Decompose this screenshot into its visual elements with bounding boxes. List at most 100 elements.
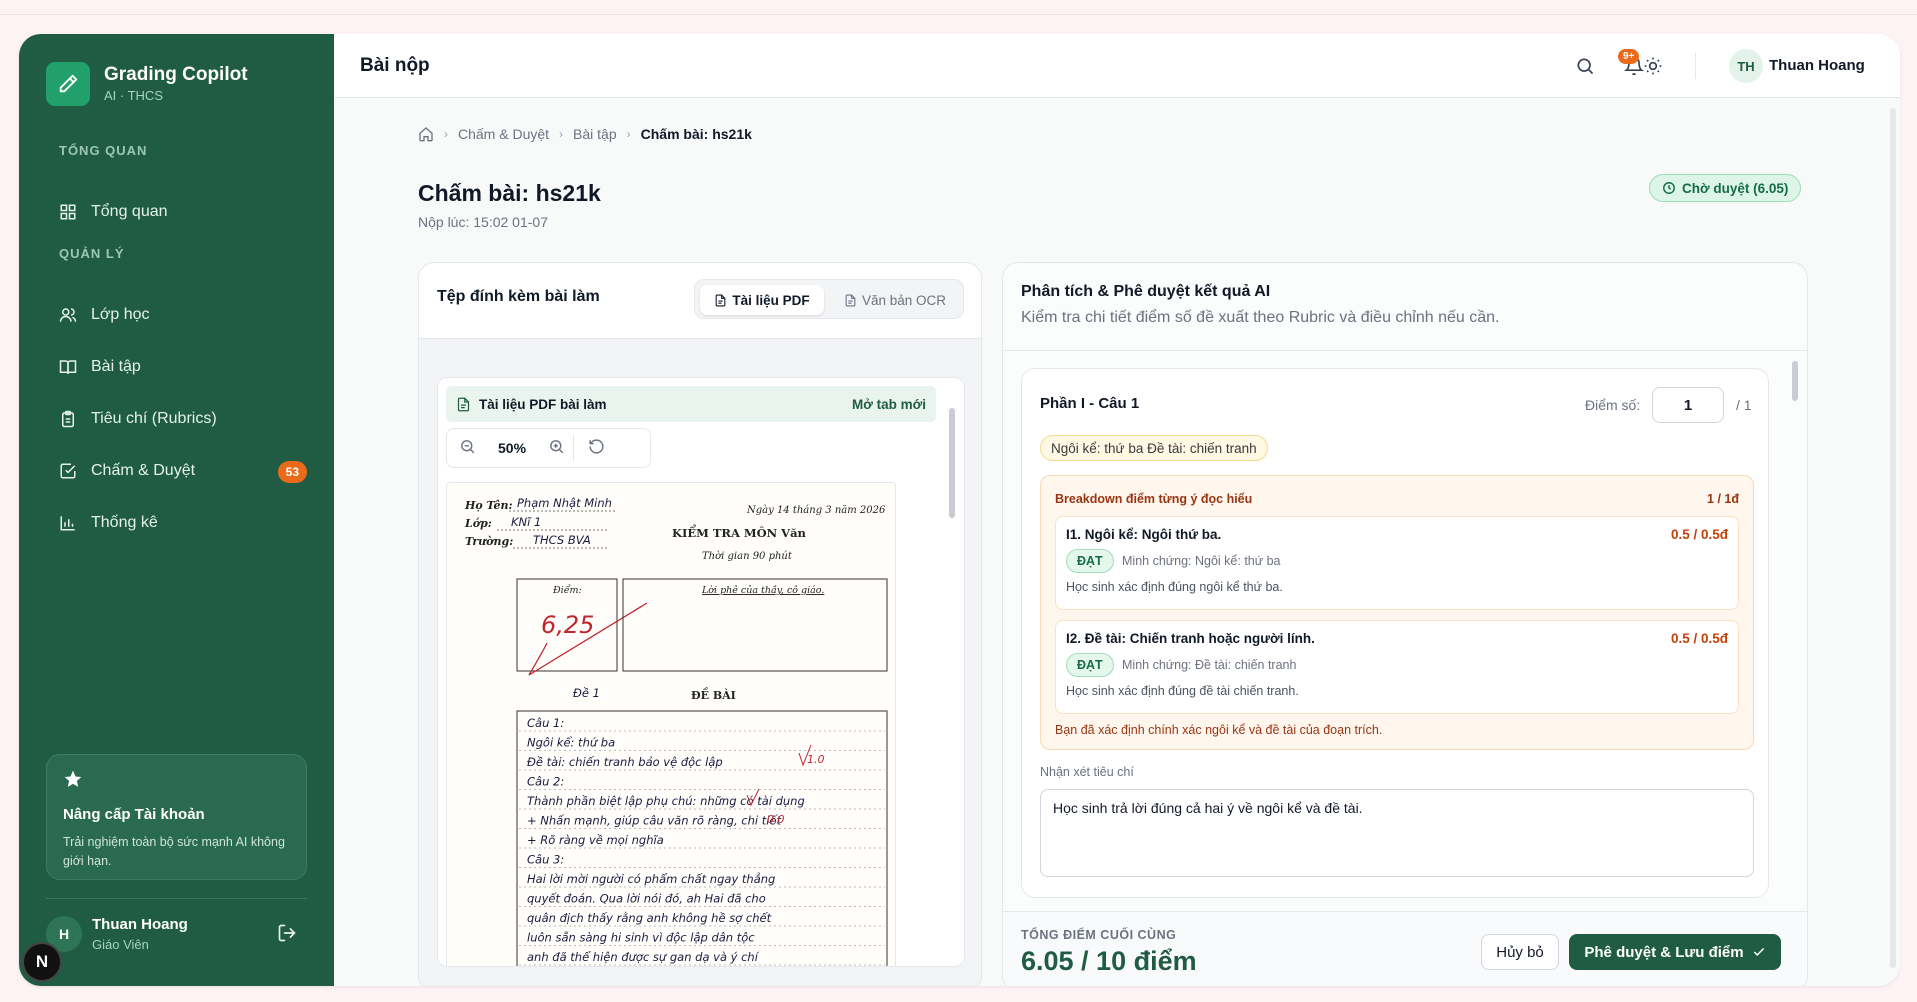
breakdown-item: I1. Ngôi kể: Ngôi thứ ba. 0.5 / 0.5đ ĐẠT… (1055, 516, 1739, 610)
main-content: › Chấm & Duyệt › Bài tập › Chấm bài: hs2… (334, 98, 1900, 986)
divider (1003, 350, 1807, 351)
page-scrollbar[interactable] (1889, 108, 1897, 978)
brand-name: Grading Copilot (104, 64, 248, 85)
sidebar-item-rubrics[interactable]: Tiêu chí (Rubrics) (59, 401, 309, 437)
users-icon (59, 308, 77, 322)
review-footer: TỔNG ĐIỂM CUỐI CÙNG 6.05 / 10 điểm Hủy b… (1003, 911, 1807, 986)
sidebar-item-label: Chấm & Duyệt (91, 462, 196, 479)
clipboard-icon (62, 410, 74, 428)
breakdown-title: Breakdown điểm từng ý đọc hiểu (1055, 492, 1253, 506)
search-icon[interactable] (1575, 56, 1595, 81)
open-new-tab-link[interactable]: Mở tab mới (852, 397, 926, 412)
sun-icon[interactable] (1643, 56, 1663, 81)
home-icon[interactable] (418, 126, 434, 142)
doc-exam-title: KIỂM TRA MÔN Văn (672, 524, 807, 540)
total-score: 6.05 / 10 điểm (1021, 946, 1197, 976)
doc-score: 6,25 (541, 611, 594, 639)
header-title: Bài nộp (360, 55, 430, 76)
doc-de-bai: ĐỀ BÀI (691, 687, 736, 702)
sidebar: Grading Copilot AI · THCS TỔNG QUAN Tổng… (19, 34, 334, 986)
doc-de: Đề 1 (573, 686, 600, 700)
top-header: Bài nộp 9+ TH Thuan Hoang (334, 34, 1900, 98)
doc-answer-line: luôn sẵn sàng hi sinh vì độc lập dân tộc (527, 931, 755, 945)
sidebar-item-assignments[interactable]: Bài tập (59, 349, 309, 385)
book-icon (59, 360, 77, 374)
doc-mark: 0.0 (767, 813, 785, 826)
breakdown-score: 1 / 1đ (1707, 492, 1739, 506)
sidebar-item-overview[interactable]: Tổng quan (59, 194, 309, 230)
score-max: / 1 (1736, 397, 1752, 413)
breakdown-box: Breakdown điểm từng ý đọc hiểu 1 / 1đ I1… (1040, 475, 1754, 750)
zoom-toolbar: 50% (446, 428, 651, 468)
review-panel-subtitle: Kiểm tra chi tiết điểm số đề xuất theo R… (1021, 309, 1500, 326)
check-square-icon (60, 463, 76, 479)
review-scrollbar[interactable] (1791, 355, 1799, 905)
zoom-in-icon[interactable] (548, 438, 565, 458)
sidebar-item-stats[interactable]: Thống kê (59, 505, 309, 541)
ai-review-panel: Phân tích & Phê duyệt kết quả AI Kiểm tr… (1002, 262, 1808, 986)
zoom-out-icon[interactable] (459, 438, 476, 458)
doc-answer-line: Câu 2: (527, 775, 564, 789)
divider (46, 898, 307, 899)
logout-icon[interactable] (277, 923, 297, 948)
notification-badge: 9+ (1618, 49, 1640, 64)
doc-school: THCS BVA (533, 533, 591, 547)
tab-ocr[interactable]: Văn bản OCR (831, 285, 959, 315)
item-name: I1. Ngôi kể: Ngôi thứ ba. (1066, 527, 1222, 542)
file-text-icon (845, 294, 856, 306)
tab-pdf-label: Tài liệu PDF (732, 292, 810, 308)
cancel-button[interactable]: Hủy bỏ (1481, 934, 1559, 970)
user-name: Thuan Hoang (92, 916, 188, 933)
grading-count-badge: 53 (277, 461, 307, 483)
approve-save-button[interactable]: Phê duyệt & Lưu điểm (1569, 934, 1781, 970)
page-title: Chấm bài: hs21k (418, 180, 601, 206)
breakdown-feedback: Bạn đã xác định chính xác ngôi kể và đề … (1055, 723, 1383, 737)
review-panel-title: Phân tích & Phê duyệt kết quả AI (1021, 283, 1271, 300)
item-explanation: Học sinh xác định đúng ngôi kể thứ ba. (1066, 580, 1283, 594)
corner-logo[interactable]: N (22, 942, 62, 982)
zoom-level: 50% (498, 440, 527, 456)
pencil-icon[interactable] (46, 62, 90, 106)
scanned-page-image: Họ Tên: Phạm Nhật Minh Lớp: KNĩ 1 Trường… (447, 483, 895, 966)
doc-answer-line: quân địch thấy rằng anh không hề sợ chết (527, 911, 772, 925)
item-evidence: Minh chứng: Ngôi kể: thứ ba (1122, 554, 1281, 568)
doc-answer-line: Hai lời mời người có phẩm chất ngay thẳn… (527, 872, 775, 886)
total-label: TỔNG ĐIỂM CUỐI CÙNG (1021, 928, 1177, 942)
doc-class: KNĩ 1 (511, 515, 541, 529)
sidebar-item-label: Tổng quan (91, 203, 168, 220)
header-user-name[interactable]: Thuan Hoang (1769, 57, 1865, 74)
item-evidence: Minh chứng: Đề tài: chiến tranh (1122, 658, 1297, 672)
scanned-page: Họ Tên: Phạm Nhật Minh Lớp: KNĩ 1 Trường… (446, 482, 896, 966)
breadcrumb-link[interactable]: Chấm & Duyệt (458, 126, 549, 142)
upgrade-card[interactable]: Nâng cấp Tài khoản Trải nghiệm toàn bộ s… (46, 754, 307, 880)
question-card: Phần I - Câu 1 Điểm số: 1 / 1 Ngôi kể: t… (1021, 368, 1769, 898)
sidebar-item-label: Lớp học (91, 306, 150, 323)
app-window: Grading Copilot AI · THCS TỔNG QUAN Tổng… (19, 34, 1900, 986)
sidebar-item-label: Tiêu chí (Rubrics) (91, 410, 217, 427)
pdf-viewer[interactable]: Tài liệu PDF bài làm Mở tab mới 50% Họ T… (437, 377, 965, 967)
sidebar-item-label: Bài tập (91, 358, 141, 375)
status-text: Chờ duyệt (6.05) (1682, 180, 1789, 196)
doc-student-name: Phạm Nhật Minh (517, 496, 612, 510)
dashboard-icon (60, 204, 76, 220)
sidebar-item-grading[interactable]: Chấm & Duyệt 53 (59, 453, 309, 489)
upgrade-title: Nâng cấp Tài khoản (63, 806, 205, 823)
answer-tag: Ngôi kể: thứ ba Đề tài: chiến tranh (1040, 435, 1268, 461)
divider (1695, 53, 1696, 79)
comment-label: Nhận xét tiêu chí (1040, 765, 1134, 779)
tab-pdf[interactable]: Tài liệu PDF (700, 285, 824, 315)
comment-textarea[interactable]: Học sinh trả lời đúng cả hai ý về ngôi k… (1040, 789, 1754, 877)
rotate-icon[interactable] (588, 438, 605, 458)
breadcrumb-link[interactable]: Bài tập (573, 126, 617, 142)
sidebar-item-classes[interactable]: Lớp học (59, 297, 309, 333)
pass-badge: ĐẠT (1066, 549, 1114, 573)
viewer-file-name: Tài liệu PDF bài làm (479, 396, 607, 412)
avatar[interactable]: TH (1729, 49, 1763, 83)
viewer-scrollbar[interactable] (948, 398, 956, 956)
attachment-panel-title: Tệp đính kèm bài làm (437, 288, 600, 305)
chevron-right-icon: › (444, 127, 448, 141)
star-icon (64, 770, 82, 787)
score-input[interactable]: 1 (1652, 387, 1724, 423)
item-explanation: Học sinh xác định đúng đề tài chiến tran… (1066, 684, 1299, 698)
doc-date: Ngày 14 tháng 3 năm 2026 (746, 505, 886, 516)
